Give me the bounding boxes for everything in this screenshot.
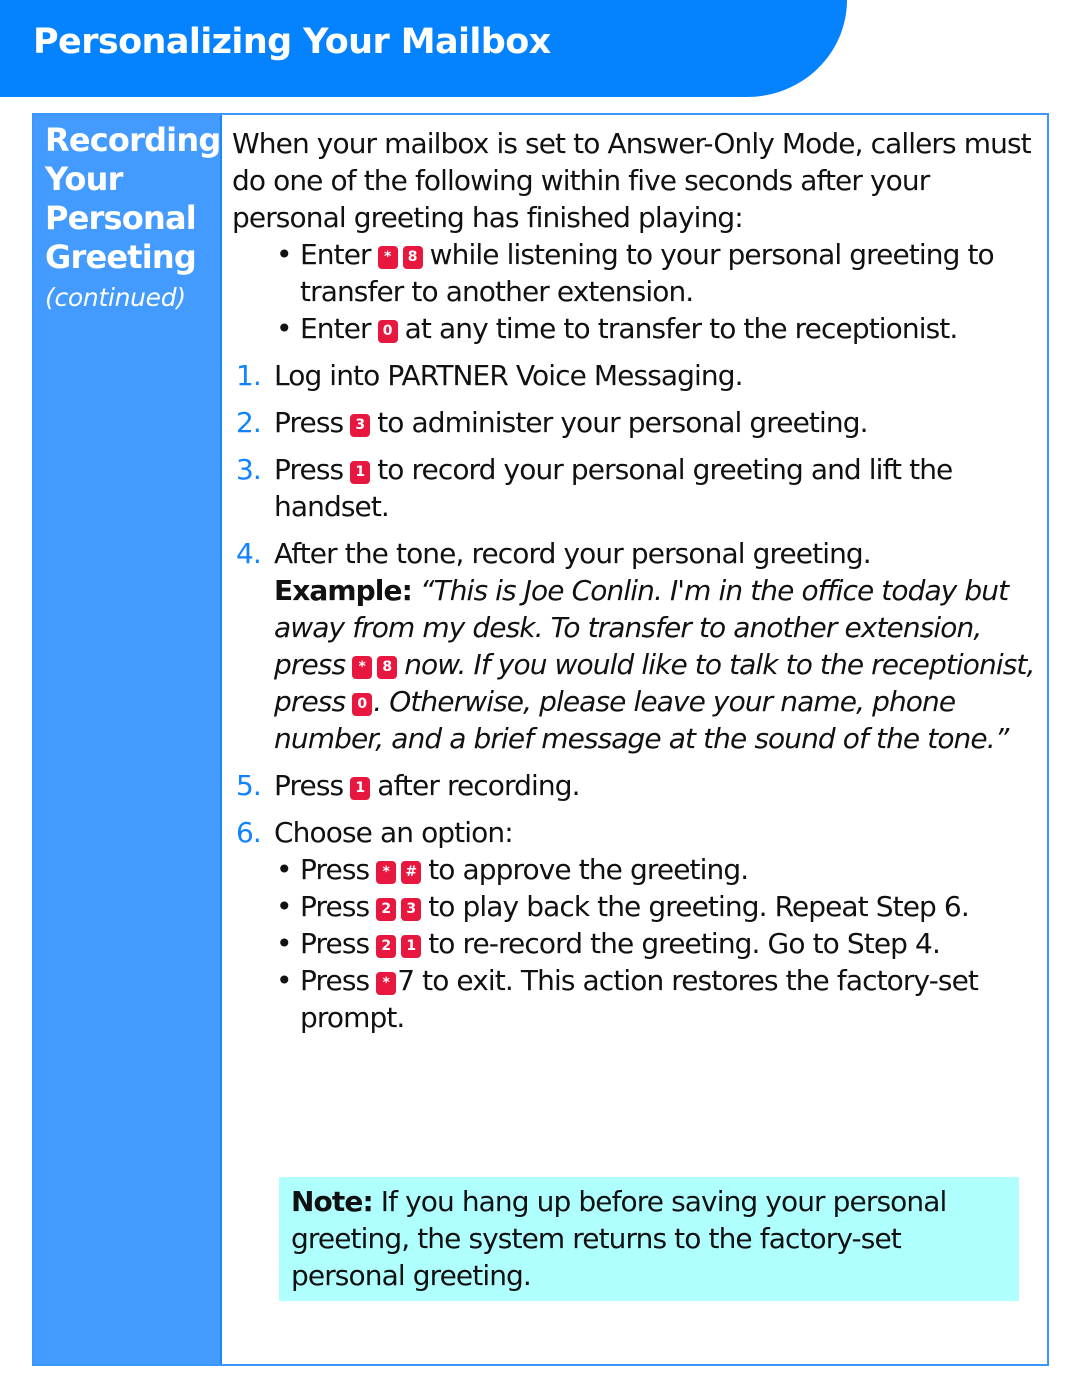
digit-key-icon: 0 [352,693,373,716]
bullet-icon: • [276,890,293,923]
digit-key-icon: 2 [376,935,397,958]
step-2: 2. Press 3 to administer your personal gre… [236,404,869,441]
key-sequence: 1 [349,451,371,488]
section-title: Recording Your Personal Greeting [45,121,221,276]
header-banner: Personalizing Your Mailbox [0,0,847,97]
content-frame: Recording Your Personal Greeting (contin… [32,113,1049,1366]
step-number: 6. [236,816,262,849]
steps-list: 1. Log into PARTNER Voice Messaging. 2. … [232,357,1044,1036]
digit-key-icon: 1 [350,777,371,800]
digit-key-icon: 2 [376,898,397,921]
sidebar: Recording Your Personal Greeting (contin… [34,115,222,1364]
option-rerecord: • Press 2 1 to re-record the greeting. Go t… [276,925,941,962]
star-key-icon: * [376,861,397,884]
key-sequence: * # [375,851,422,888]
note-box: Note: If you hang up before saving your … [279,1177,1019,1301]
main-content: When your mailbox is set to Answer-Only … [232,125,1044,1046]
bullet-icon: • [276,964,293,997]
section-subtitle: (continued) [45,283,186,312]
key-sequence: 21 [375,925,422,962]
digit-key-icon: 3 [401,898,422,921]
step-3: 3. Press 1 to record your personal greetin… [236,451,953,523]
key-sequence: * [375,962,397,999]
digit-key-icon: 1 [401,935,422,958]
key-sequence: 0 [377,310,399,347]
digit-key-icon: 8 [377,656,398,679]
bullet-icon: • [276,312,293,345]
bullet-icon: • [276,927,293,960]
key-sequence: 23 [375,888,422,925]
digit-key-icon: 1 [350,461,371,484]
step-number: 3. [236,453,262,486]
option-exit: • Press * 7 to exit. This action restores … [276,962,979,1034]
star-key-icon: * [377,246,398,269]
example-label: Example: [274,574,413,607]
bullet-icon: • [276,238,293,271]
star-key-icon: * [376,972,397,995]
option-approve: • Press * # to approve the greeting. [276,851,749,888]
step-5: 5. Press 1 after recording. [236,767,580,804]
step-1: 1. Log into PARTNER Voice Messaging. [236,359,744,392]
step-number: 1. [236,359,262,392]
note-text: If you hang up before saving your person… [291,1185,947,1292]
digit-key-icon: 0 [377,320,398,343]
key-sequence: * 8 [351,646,398,683]
intro-bullet: • Enter 0 at any time to transfer to the r… [276,310,958,347]
digit-key-icon: 8 [402,246,423,269]
step-4: 4. After the tone, record your personal … [236,537,1035,755]
page-title: Personalizing Your Mailbox [33,22,551,62]
star-key-icon: * [352,656,373,679]
key-sequence: 0 [351,683,373,720]
bullet-icon: • [276,853,293,886]
intro-paragraph: When your mailbox is set to Answer-Only … [232,127,1032,234]
step-6: 6. Choose an option: • Press * # to approve… [232,814,1044,1036]
pound-key-icon: # [401,861,422,884]
step-number: 2. [236,406,262,439]
step-number: 5. [236,769,262,802]
intro-bullet: • Enter * 8 while listening to your persona… [276,236,995,308]
digit-key-icon: 3 [350,414,371,437]
key-sequence: 3 [349,404,371,441]
option-bullets: • Press * # to approve the greeting. • Pres… [274,851,1044,1036]
key-sequence: * 8 [377,236,424,273]
step-number: 4. [236,537,262,570]
key-sequence: 1 [349,767,371,804]
note-label: Note: [291,1185,374,1218]
option-playback: • Press 2 3 to play back the greeting. Repe… [276,888,970,925]
intro-bullets: • Enter * 8 while listening to your persona… [232,236,1044,347]
